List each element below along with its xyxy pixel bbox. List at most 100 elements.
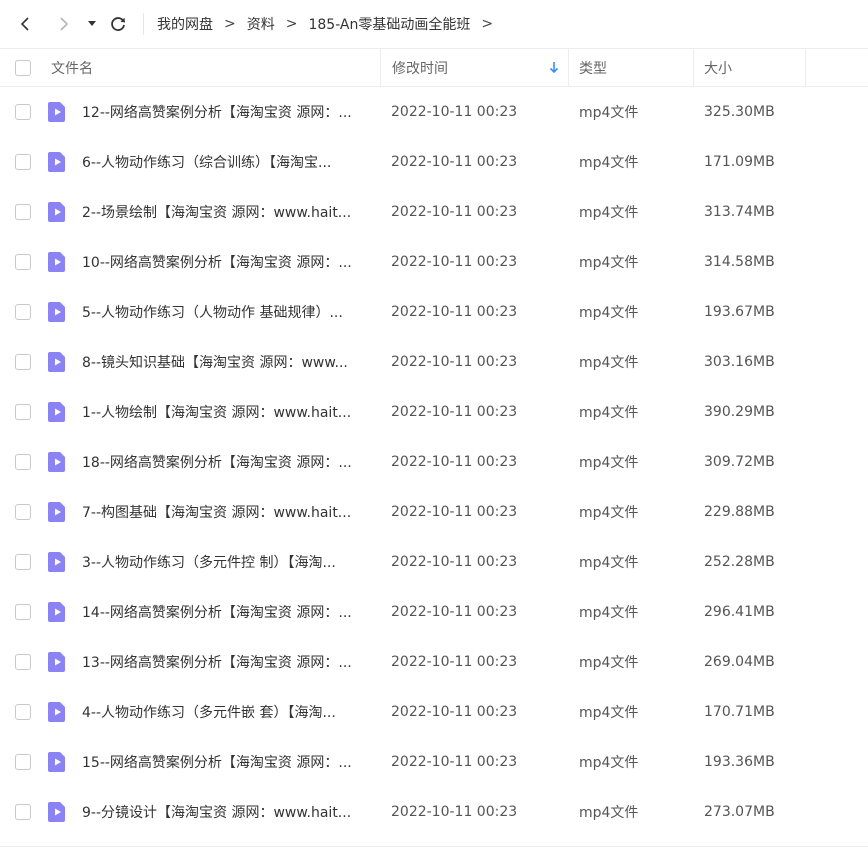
table-row[interactable]: 13--网络高赞案例分析【海淘宝资 源网：... 2022-10-11 00:23… (0, 637, 868, 687)
file-name[interactable]: 14--网络高赞案例分析【海淘宝资 源网：... (82, 587, 374, 637)
file-name[interactable]: 18--网络高赞案例分析【海淘宝资 源网：... (82, 437, 374, 487)
file-name[interactable]: 5--人物动作练习（人物动作 基础规律）... (82, 287, 374, 337)
refresh-button[interactable] (106, 12, 130, 36)
file-name-text: 1--人物绘制【海淘宝资 源网：www.hait... (82, 405, 352, 421)
video-file-icon (48, 452, 65, 472)
column-header-size-label: 大小 (704, 60, 732, 77)
file-type: mp4文件 (579, 205, 639, 221)
forward-button[interactable] (52, 12, 76, 36)
row-checkbox[interactable] (15, 604, 31, 620)
file-type: mp4文件 (579, 405, 639, 421)
file-name[interactable]: 3--人物动作练习（多元件控 制）【海淘... (82, 537, 374, 587)
file-name[interactable]: 12--网络高赞案例分析【海淘宝资 源网：... (82, 87, 374, 137)
file-name[interactable]: 7--构图基础【海淘宝资 源网：www.hait... (82, 487, 374, 537)
row-checkbox[interactable] (15, 154, 31, 170)
table-row[interactable]: 18--网络高赞案例分析【海淘宝资 源网：... 2022-10-11 00:23… (0, 437, 868, 487)
table-row[interactable]: 15--网络高赞案例分析【海淘宝资 源网：... 2022-10-11 00:23… (0, 737, 868, 787)
file-size: 269.04MB (704, 654, 775, 670)
video-file-icon (48, 802, 65, 822)
table-row[interactable]: 1--人物绘制【海淘宝资 源网：www.hait... 2022-10-11 00… (0, 387, 868, 437)
breadcrumb-item-current[interactable]: 185-An零基础动画全能班 (308, 14, 470, 34)
select-all-checkbox[interactable] (15, 60, 31, 76)
file-type: mp4文件 (579, 705, 639, 721)
table-row[interactable]: 7--构图基础【海淘宝资 源网：www.hait... 2022-10-11 00… (0, 487, 868, 537)
refresh-icon (111, 17, 125, 31)
file-name-text: 15--网络高赞案例分析【海淘宝资 源网：... (82, 755, 352, 771)
column-header-type-label: 类型 (579, 60, 607, 77)
breadcrumb-separator: > (224, 16, 236, 32)
file-name-text: 9--分镜设计【海淘宝资 源网：www.hait... (82, 805, 352, 821)
table-row[interactable]: 6--人物动作练习（综合训练）【海淘宝... 2022-10-11 00:23 mp… (0, 137, 868, 187)
video-file-icon (48, 352, 65, 372)
file-size: 229.88MB (704, 504, 775, 520)
table-row[interactable]: 12--网络高赞案例分析【海淘宝资 源网：... 2022-10-11 00:23… (0, 87, 868, 137)
file-mtime: 2022-10-11 00:23 (391, 354, 518, 370)
table-row[interactable]: 9--分镜设计【海淘宝资 源网：www.hait... 2022-10-11 00… (0, 787, 868, 837)
column-header-type[interactable]: 类型 (568, 49, 693, 86)
row-checkbox[interactable] (15, 704, 31, 720)
row-checkbox[interactable] (15, 354, 31, 370)
chevron-right-icon (60, 17, 69, 31)
file-mtime: 2022-10-11 00:23 (391, 604, 518, 620)
row-checkbox[interactable] (15, 804, 31, 820)
file-mtime: 2022-10-11 00:23 (391, 554, 518, 570)
file-mtime: 2022-10-11 00:23 (391, 304, 518, 320)
file-name-text: 8--镜头知识基础【海淘宝资 源网：www... (82, 355, 348, 371)
column-header-name-label: 文件名 (51, 60, 93, 77)
file-size: 309.72MB (704, 454, 775, 470)
video-file-icon (48, 552, 65, 572)
file-name-text: 12--网络高赞案例分析【海淘宝资 源网：... (82, 105, 352, 121)
row-checkbox[interactable] (15, 104, 31, 120)
column-header-size[interactable]: 大小 (693, 49, 805, 86)
toolbar-divider (143, 13, 144, 35)
file-name[interactable]: 10--网络高赞案例分析【海淘宝资 源网：... (82, 237, 374, 287)
history-dropdown-button[interactable] (80, 12, 104, 36)
file-name[interactable]: 8--镜头知识基础【海淘宝资 源网：www... (82, 337, 374, 387)
row-checkbox[interactable] (15, 204, 31, 220)
table-row[interactable]: 8--镜头知识基础【海淘宝资 源网：www... 2022-10-11 00:23… (0, 337, 868, 387)
file-size: 296.41MB (704, 604, 775, 620)
video-file-icon (48, 102, 65, 122)
row-checkbox[interactable] (15, 304, 31, 320)
column-header-name[interactable]: 文件名 (51, 49, 93, 86)
file-name[interactable]: 13--网络高赞案例分析【海淘宝资 源网：... (82, 637, 374, 687)
breadcrumb-item-resources[interactable]: 资料 (247, 14, 275, 34)
table-row[interactable]: 4--人物动作练习（多元件嵌 套）【海淘... 2022-10-11 00:23 m… (0, 687, 868, 737)
sort-arrow-down-icon (549, 62, 559, 74)
video-file-icon (48, 752, 65, 772)
table-row[interactable]: 5--人物动作练习（人物动作 基础规律）... 2022-10-11 00:23 m… (0, 287, 868, 337)
row-checkbox[interactable] (15, 754, 31, 770)
table-row[interactable]: 3--人物动作练习（多元件控 制）【海淘... 2022-10-11 00:23 m… (0, 537, 868, 587)
file-mtime: 2022-10-11 00:23 (391, 104, 518, 120)
back-button[interactable] (13, 12, 37, 36)
file-name[interactable]: 4--人物动作练习（多元件嵌 套）【海淘... (82, 687, 374, 737)
file-type: mp4文件 (579, 105, 639, 121)
table-row[interactable]: 2--场景绘制【海淘宝资 源网：www.hait... 2022-10-11 00… (0, 187, 868, 237)
file-name[interactable]: 6--人物动作练习（综合训练）【海淘宝... (82, 137, 374, 187)
file-size: 314.58MB (704, 254, 775, 270)
file-type: mp4文件 (579, 255, 639, 271)
file-mtime: 2022-10-11 00:23 (391, 154, 518, 170)
file-name-text: 13--网络高赞案例分析【海淘宝资 源网：... (82, 655, 352, 671)
row-checkbox[interactable] (15, 254, 31, 270)
file-name[interactable]: 2--场景绘制【海淘宝资 源网：www.hait... (82, 187, 374, 237)
file-name[interactable]: 9--分镜设计【海淘宝资 源网：www.hait... (82, 787, 374, 837)
row-checkbox[interactable] (15, 454, 31, 470)
file-name-text: 7--构图基础【海淘宝资 源网：www.hait... (82, 505, 352, 521)
file-mtime: 2022-10-11 00:23 (391, 754, 518, 770)
table-row[interactable]: 10--网络高赞案例分析【海淘宝资 源网：... 2022-10-11 00:23… (0, 237, 868, 287)
breadcrumb-item-root[interactable]: 我的网盘 (157, 14, 213, 34)
file-name[interactable]: 15--网络高赞案例分析【海淘宝资 源网：... (82, 737, 374, 787)
row-checkbox[interactable] (15, 404, 31, 420)
table-row[interactable]: 14--网络高赞案例分析【海淘宝资 源网：... 2022-10-11 00:23… (0, 587, 868, 637)
row-checkbox[interactable] (15, 554, 31, 570)
column-header-mtime-label: 修改时间 (392, 60, 448, 77)
file-name-text: 5--人物动作练习（人物动作 基础规律）... (82, 305, 343, 321)
file-name-text: 6--人物动作练习（综合训练）【海淘宝... (82, 155, 332, 171)
row-checkbox[interactable] (15, 654, 31, 670)
video-file-icon (48, 652, 65, 672)
file-name[interactable]: 1--人物绘制【海淘宝资 源网：www.hait... (82, 387, 374, 437)
row-checkbox[interactable] (15, 504, 31, 520)
file-type: mp4文件 (579, 755, 639, 771)
column-header-mtime[interactable]: 修改时间 (380, 49, 568, 86)
